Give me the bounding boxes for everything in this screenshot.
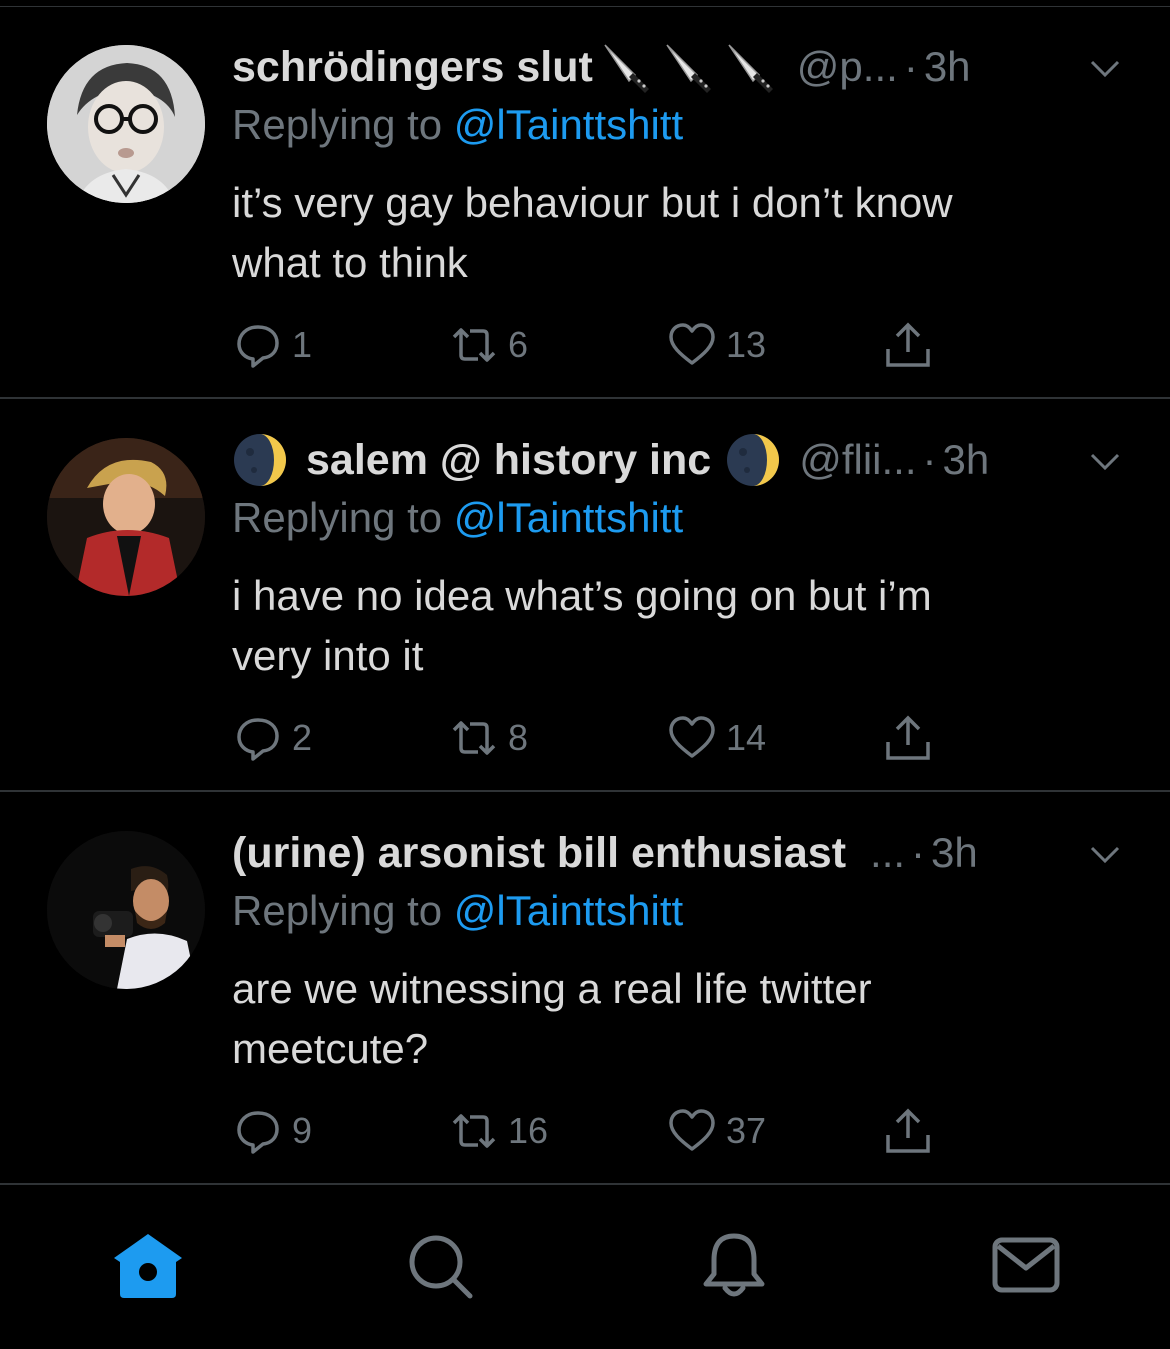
handle: @flii...	[799, 436, 917, 483]
tweet-header: schrödingers slut @p... · 3h	[232, 39, 1130, 95]
reply-button[interactable]: 1	[232, 317, 312, 373]
comment-icon	[237, 718, 279, 761]
avatar[interactable]	[47, 45, 205, 203]
mention-link[interactable]: @lTainttshitt	[454, 494, 683, 541]
tweet-text-line: very into it	[232, 632, 424, 679]
separator-dot: ·	[911, 829, 926, 876]
display-name[interactable]: (urine) arsonist bill enthusiast	[232, 829, 846, 878]
retweet-button[interactable]: 8	[448, 710, 528, 766]
reply-count: 2	[292, 717, 313, 758]
action-bar: 1 6 13	[232, 317, 952, 373]
replying-to: Replying to @lTainttshitt	[232, 887, 683, 935]
tweet[interactable]: salem @ history inc @flii... · 3h Replyi…	[0, 400, 1170, 792]
tweet-text-line: meetcute?	[232, 1025, 429, 1072]
replying-prefix: Replying to	[232, 887, 443, 934]
like-button[interactable]: 37	[666, 1103, 766, 1159]
display-name[interactable]: schrödingers slut	[232, 43, 593, 92]
handle: @p...	[796, 43, 898, 90]
retweet-count: 8	[508, 717, 529, 758]
share-icon	[886, 322, 930, 367]
avatar-image	[47, 438, 205, 596]
share-icon	[886, 715, 930, 760]
action-bar: 9 16 37	[232, 1103, 952, 1159]
knife-icon	[661, 39, 717, 95]
reply-button[interactable]: 2	[232, 710, 312, 766]
handle: ...	[870, 829, 906, 876]
mention-link[interactable]: @lTainttshitt	[454, 887, 683, 934]
chevron-down-icon[interactable]	[1088, 51, 1122, 85]
comment-icon	[237, 1111, 279, 1154]
reply-button[interactable]: 9	[232, 1103, 312, 1159]
moon-icon	[232, 432, 288, 488]
home-icon	[114, 1234, 182, 1298]
tweet-header: salem @ history inc @flii... · 3h	[232, 432, 1130, 488]
retweet-icon	[452, 328, 496, 362]
heart-icon	[669, 323, 715, 365]
replying-prefix: Replying to	[232, 101, 443, 148]
timestamp[interactable]: 3h	[924, 43, 971, 91]
tab-search[interactable]	[400, 1226, 480, 1306]
chevron-down-icon[interactable]	[1088, 837, 1122, 871]
avatar[interactable]	[47, 831, 205, 989]
heart-icon	[669, 1109, 715, 1151]
tweet-text-line: what to think	[232, 239, 468, 286]
reply-count: 9	[292, 1110, 313, 1151]
tweet[interactable]: (urine) arsonist bill enthusiast ... · 3…	[0, 793, 1170, 1185]
moon-icon	[725, 432, 781, 488]
share-icon	[886, 1108, 930, 1153]
replying-prefix: Replying to	[232, 494, 443, 541]
display-name[interactable]: salem @ history inc	[306, 436, 711, 485]
retweet-button[interactable]: 6	[448, 317, 528, 373]
share-button[interactable]	[882, 1103, 934, 1159]
share-button[interactable]	[882, 710, 934, 766]
like-count: 13	[726, 324, 767, 365]
avatar[interactable]	[47, 438, 205, 596]
timestamp[interactable]: 3h	[931, 829, 978, 877]
chevron-down-icon[interactable]	[1088, 444, 1122, 478]
share-button[interactable]	[882, 317, 934, 373]
like-count: 37	[726, 1110, 767, 1151]
tweet-text-line: it’s very gay behaviour but i don’t know	[232, 179, 953, 226]
separator-dot: ·	[922, 436, 937, 483]
tweet[interactable]: schrödingers slut @p... · 3h Replying to…	[0, 7, 1170, 399]
tweet-text-line: are we witnessing a real life twitter	[232, 965, 872, 1012]
bottom-tab-bar	[0, 1186, 1170, 1349]
comment-icon	[237, 325, 279, 368]
retweet-icon	[452, 721, 496, 755]
action-bar: 2 8 14	[232, 710, 952, 766]
avatar-image	[47, 831, 205, 989]
tweet-text-line: i have no idea what’s going on but i’m	[232, 572, 932, 619]
knife-icon	[599, 39, 655, 95]
separator-dot: ·	[903, 43, 918, 90]
avatar-image	[47, 45, 205, 203]
notifications-icon	[703, 1233, 765, 1297]
messages-icon	[992, 1237, 1060, 1293]
tab-notifications[interactable]	[694, 1226, 774, 1306]
tweet-text: are we witnessing a real life twitter me…	[232, 959, 1112, 1079]
retweet-icon	[452, 1114, 496, 1148]
knife-icon	[723, 39, 779, 95]
reply-count: 1	[292, 324, 313, 365]
replying-to: Replying to @lTainttshitt	[232, 494, 683, 542]
tweet-header: (urine) arsonist bill enthusiast ... · 3…	[232, 825, 1130, 881]
replying-to: Replying to @lTainttshitt	[232, 101, 683, 149]
like-count: 14	[726, 717, 767, 758]
retweet-count: 16	[508, 1110, 549, 1151]
retweet-count: 6	[508, 324, 529, 365]
tab-home[interactable]	[108, 1226, 188, 1306]
retweet-button[interactable]: 16	[448, 1103, 548, 1159]
like-button[interactable]: 13	[666, 317, 766, 373]
tweet-text: i have no idea what’s going on but i’m v…	[232, 566, 1112, 686]
timestamp[interactable]: 3h	[943, 436, 990, 484]
mention-link[interactable]: @lTainttshitt	[454, 101, 683, 148]
search-icon	[409, 1235, 473, 1299]
like-button[interactable]: 14	[666, 710, 766, 766]
tab-messages[interactable]	[986, 1226, 1066, 1306]
heart-icon	[669, 716, 715, 758]
tweet-text: it’s very gay behaviour but i don’t know…	[232, 173, 1112, 293]
